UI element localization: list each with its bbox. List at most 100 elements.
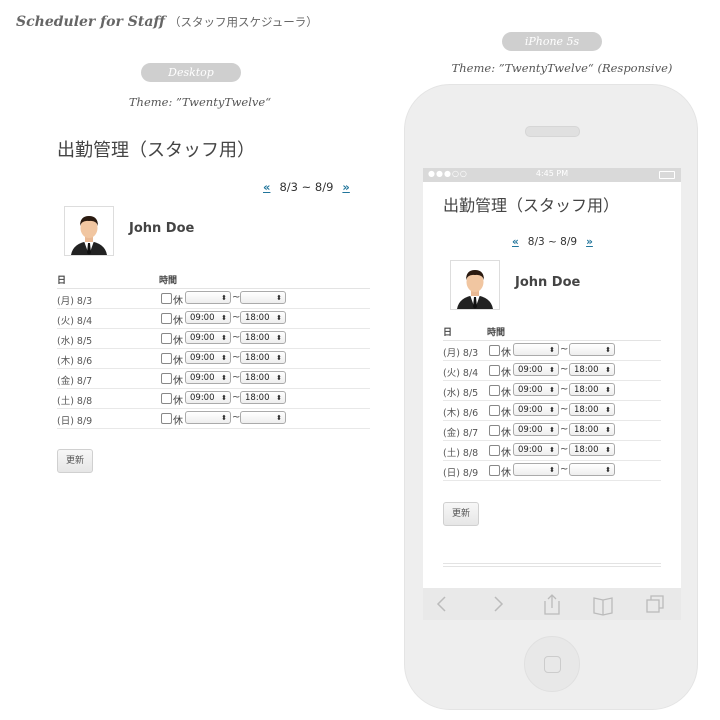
select-arrow-icon: ⬍	[276, 354, 282, 362]
end-time-select[interactable]: 18:00 ⬍	[240, 371, 286, 384]
table-row: (金) 8/7 休 09:00 ⬍ ~18:00 ⬍	[443, 421, 661, 441]
day-label: (月) 8/3	[443, 348, 479, 359]
column-header-time: 時間	[487, 328, 506, 338]
day-off-checkbox[interactable]	[489, 365, 500, 376]
day-off-checkbox[interactable]	[161, 353, 172, 364]
select-arrow-icon: ⬍	[221, 314, 227, 322]
browser-toolbar	[423, 588, 681, 620]
select-arrow-icon: ⬍	[276, 334, 282, 342]
day-off-checkbox[interactable]	[161, 313, 172, 324]
range-tilde: ~	[560, 344, 569, 355]
end-time-select[interactable]: 18:00 ⬍	[240, 391, 286, 404]
end-time-select[interactable]: ⬍	[569, 463, 615, 476]
select-arrow-icon: ⬍	[276, 414, 282, 422]
end-time-select[interactable]: 18:00 ⬍	[569, 423, 615, 436]
forward-icon[interactable]	[494, 596, 504, 612]
status-bar: ●●●○○ 4:45 PM	[423, 168, 681, 182]
end-time-select[interactable]: 18:00 ⬍	[240, 351, 286, 364]
select-arrow-icon: ⬍	[549, 366, 555, 374]
day-off-checkbox[interactable]	[161, 373, 172, 384]
day-off-label: 休	[501, 468, 511, 479]
select-arrow-icon: ⬍	[221, 334, 227, 342]
table-row: (月) 8/3 休 ⬍ ~ ⬍	[57, 289, 370, 309]
day-off-checkbox[interactable]	[161, 413, 172, 424]
start-time-select[interactable]: 09:00 ⬍	[185, 351, 231, 364]
table-row: (火) 8/4 休 09:00 ⬍ ~18:00 ⬍	[443, 361, 661, 381]
start-time-select[interactable]: 09:00 ⬍	[513, 383, 559, 396]
day-off-checkbox[interactable]	[161, 393, 172, 404]
table-row: (日) 8/9 休 ⬍ ~ ⬍	[57, 409, 370, 429]
start-time-select[interactable]: 09:00 ⬍	[513, 423, 559, 436]
range-tilde: ~	[560, 464, 569, 475]
table-row: (金) 8/7 休 09:00 ⬍ ~18:00 ⬍	[57, 369, 370, 389]
back-icon[interactable]	[436, 596, 446, 612]
end-time-select[interactable]: 18:00 ⬍	[569, 363, 615, 376]
home-button[interactable]	[524, 636, 580, 692]
day-off-label: 休	[173, 416, 183, 427]
end-time-select[interactable]: 18:00 ⬍	[569, 443, 615, 456]
column-header-time: 時間	[159, 276, 178, 286]
table-row: (木) 8/6 休 09:00 ⬍ ~18:00 ⬍	[443, 401, 661, 421]
end-time-select[interactable]: 18:00 ⬍	[569, 383, 615, 396]
mobile-label: iPhone 5s	[502, 32, 602, 51]
next-week-link[interactable]: »	[342, 180, 349, 194]
end-time-select[interactable]: 18:00 ⬍	[240, 311, 286, 324]
start-time-select[interactable]: 09:00 ⬍	[513, 363, 559, 376]
update-button[interactable]: 更新	[443, 502, 479, 526]
select-arrow-icon: ⬍	[605, 466, 611, 474]
start-time-select[interactable]: 09:00 ⬍	[185, 311, 231, 324]
start-time-select[interactable]: 09:00 ⬍	[185, 331, 231, 344]
end-time-select[interactable]: 18:00 ⬍	[569, 403, 615, 416]
start-time-select[interactable]: 09:00 ⬍	[513, 403, 559, 416]
select-arrow-icon: ⬍	[221, 294, 227, 302]
day-off-checkbox[interactable]	[489, 445, 500, 456]
day-label: (水) 8/5	[443, 388, 479, 399]
tabs-icon[interactable]	[646, 595, 664, 613]
select-arrow-icon: ⬍	[221, 374, 227, 382]
start-time-select[interactable]: ⬍	[513, 463, 559, 476]
user-avatar-icon	[451, 261, 499, 309]
day-off-label: 休	[501, 408, 511, 419]
day-off-checkbox[interactable]	[161, 293, 172, 304]
share-icon[interactable]	[544, 594, 560, 615]
table-row: (土) 8/8 休 09:00 ⬍ ~18:00 ⬍	[443, 441, 661, 461]
start-time-select[interactable]: 09:00 ⬍	[185, 371, 231, 384]
end-time-select[interactable]: ⬍	[240, 411, 286, 424]
day-off-checkbox[interactable]	[161, 333, 172, 344]
day-label: (木) 8/6	[443, 408, 479, 419]
select-arrow-icon: ⬍	[605, 426, 611, 434]
select-arrow-icon: ⬍	[549, 386, 555, 394]
start-time-select[interactable]: ⬍	[185, 291, 231, 304]
day-off-checkbox[interactable]	[489, 465, 500, 476]
prev-week-link[interactable]: «	[512, 236, 519, 248]
prev-week-link[interactable]: «	[263, 180, 270, 194]
end-time-select[interactable]: 18:00 ⬍	[240, 331, 286, 344]
start-time-select[interactable]: ⬍	[513, 343, 559, 356]
day-off-checkbox[interactable]	[489, 405, 500, 416]
day-off-label: 休	[501, 428, 511, 439]
phone-screen: ●●●○○ 4:45 PM 出勤管理（スタッフ用） « 8/3 ~ 8/9 » Jo…	[423, 168, 681, 620]
end-time-select[interactable]: ⬍	[569, 343, 615, 356]
table-row: (土) 8/8 休 09:00 ⬍ ~18:00 ⬍	[57, 389, 370, 409]
day-label: (火) 8/4	[57, 316, 93, 327]
end-time-select[interactable]: ⬍	[240, 291, 286, 304]
day-off-checkbox[interactable]	[489, 385, 500, 396]
bookmarks-icon[interactable]	[593, 597, 613, 616]
start-time-select[interactable]: ⬍	[185, 411, 231, 424]
select-arrow-icon: ⬍	[276, 314, 282, 322]
day-off-checkbox[interactable]	[489, 425, 500, 436]
column-header-day: 日	[57, 276, 67, 286]
day-off-label: 休	[173, 316, 183, 327]
week-navigation: « 8/3 ~ 8/9 »	[512, 236, 593, 248]
home-square-icon	[544, 656, 561, 673]
select-arrow-icon: ⬍	[605, 406, 611, 414]
start-time-select[interactable]: 09:00 ⬍	[513, 443, 559, 456]
update-button[interactable]: 更新	[57, 449, 93, 473]
user-avatar-icon	[65, 207, 113, 255]
day-off-label: 休	[501, 388, 511, 399]
day-off-checkbox[interactable]	[489, 345, 500, 356]
day-off-label: 休	[173, 296, 183, 307]
range-tilde: ~	[560, 424, 569, 435]
next-week-link[interactable]: »	[586, 236, 593, 248]
start-time-select[interactable]: 09:00 ⬍	[185, 391, 231, 404]
